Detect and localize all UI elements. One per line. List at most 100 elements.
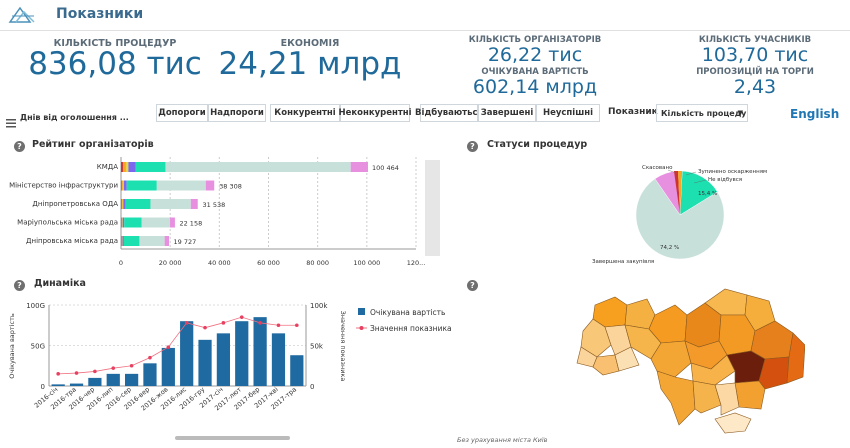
kpi-economy-value: 24,21 млрд [218,46,402,82]
line-point [74,371,79,375]
line-point [221,321,226,325]
bar-segment [121,199,123,209]
scrollbar[interactable] [175,436,290,440]
x-tick-label: 80 000 [306,259,329,267]
app-logo-icon[interactable] [8,6,36,24]
region-crimea [714,412,752,434]
line-point [56,372,60,376]
pie-label: 74,2 % [660,245,679,251]
y-tick-label: 0 [310,383,314,391]
bar-segment [123,180,127,191]
y-tick-label: 50k [310,343,324,351]
noncompetitive-button[interactable]: Неконкурентні [338,104,412,122]
below-threshold-button[interactable]: Допороги [156,104,208,122]
y-axis-label-right: Значення показника [339,311,347,382]
line-point [258,321,262,325]
kpi-procedures-value: 836,08 тис [28,46,202,82]
bar-segment [128,162,136,172]
bar-value-label: 31 538 [203,201,226,209]
bar [161,347,175,386]
bar-value-label: 19 727 [173,238,196,246]
x-tick-label: 120... [407,259,426,267]
line-point [148,355,152,360]
org-label: Маріупольська міська рада [17,219,118,227]
bar [235,321,249,386]
line-point [129,363,134,368]
bar-segment [122,162,126,172]
english-link[interactable]: English [790,107,839,121]
indicator-select[interactable]: Кількість процеду ▼ [656,104,748,122]
line-point [203,325,207,330]
dynamics-chart[interactable]: 100G50G0100k50k02016-січ2016-тра2016-чер… [0,290,460,440]
bar [143,363,157,386]
kpi-expected-value: 602,14 млрд [472,76,598,98]
y-axis-label-left: Очікувана вартість [8,313,16,379]
bar [198,339,212,386]
pie-label: 15,4 % [698,191,717,197]
chevron-down-icon: ▼ [737,109,743,117]
bar-segment [124,217,142,228]
competitive-button[interactable]: Конкурентні [270,104,340,122]
bar-segment [156,180,206,191]
x-tick-label: 60 000 [257,259,280,267]
bar-segment [122,180,124,191]
ongoing-button[interactable]: Відбуваються [415,104,483,122]
help-icon[interactable]: ? [467,280,478,291]
above-threshold-button[interactable]: Надпороги [208,104,266,122]
kpi-proposals-value: 2,43 [733,76,777,98]
bar-segment [121,180,123,191]
region-dnipro [726,350,766,384]
region-rivne [624,298,656,330]
bar-value-label: 22 158 [179,220,202,228]
help-icon[interactable]: ? [467,141,478,152]
y-tick-label: 0 [41,383,45,391]
completed-button[interactable]: Завершені [478,104,536,122]
bar-segment [125,162,129,172]
org-label: КМДА [97,163,118,171]
org-label: Дніпропетровська ОДА [32,200,118,208]
pie-label: Зупинено оскарженням [698,169,767,175]
line-point [184,321,189,325]
bar-segment [190,199,198,209]
bar-segment [141,217,171,228]
help-icon[interactable]: ? [14,141,25,152]
region-odesa [656,370,696,426]
ukraine-map[interactable] [575,285,805,435]
x-tick-label: 100 000 [353,259,380,267]
line-point [166,345,171,349]
bar-segment [165,162,351,172]
rating-chart[interactable]: КМДА 100 464 Міністерство інфраструктури 38… [0,152,445,270]
legend-swatch-point [359,326,364,330]
bar-segment [139,236,165,246]
kpi-participants-value: 103,70 тис [701,44,809,66]
pie-label: Завершена закупівля [592,259,654,265]
y-tick-label: 100G [26,302,45,310]
y-tick-label: 50G [31,343,45,351]
menu-icon[interactable] [6,113,16,128]
rating-title: Рейтинг організаторів [32,139,154,150]
bar [106,373,120,386]
x-tick-label: 0 [119,259,123,267]
statuses-chart[interactable]: СкасованоЗупинено оскарженнямНе відбувся… [590,155,790,270]
days-filter[interactable]: Днів від оголошення ... [20,113,129,122]
statuses-title: Статуси процедур [487,139,588,150]
indicator-select-value: Кількість процеду [661,108,747,118]
line-point [93,369,97,374]
line-point [111,366,116,370]
region-ivano-frankivsk [592,354,620,376]
bar-segment [170,217,175,228]
app-title: Показники [56,6,144,22]
bar-segment [126,180,157,191]
bar-segment [121,162,123,172]
bar [216,333,231,386]
bar [271,333,286,386]
bar-segment [123,199,126,209]
y-tick-label: 100k [310,302,328,310]
bar-segment [122,199,124,209]
bar [180,321,194,386]
org-label: Дніпровська міська рада [26,237,118,245]
bar-segment [164,236,170,246]
line-point [295,323,299,328]
failed-button[interactable]: Неуспішні [536,104,600,122]
bar-segment [121,180,122,191]
